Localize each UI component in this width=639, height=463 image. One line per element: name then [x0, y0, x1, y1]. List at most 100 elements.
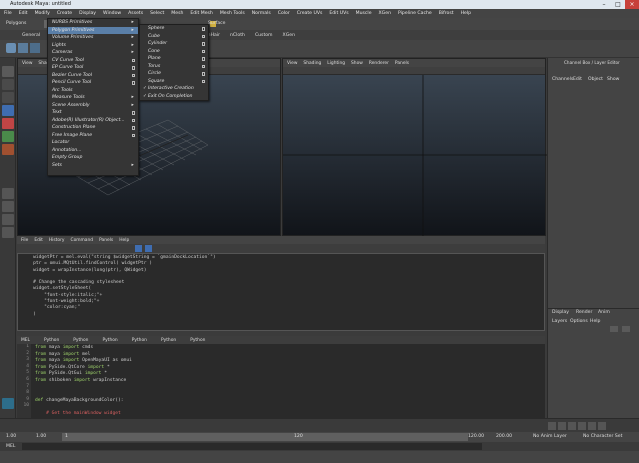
menu-pipeline-cache[interactable]: Pipeline Cache	[398, 11, 432, 16]
menu-modify[interactable]: Modify	[35, 11, 50, 16]
layers-tab-display[interactable]: Display	[552, 310, 569, 315]
option-box-icon[interactable]	[131, 118, 135, 122]
execute-all-icon[interactable]	[135, 245, 142, 252]
menu-assets[interactable]: Assets	[128, 11, 143, 16]
menu-create-uvs[interactable]: Create UVs	[297, 11, 323, 16]
menu-create[interactable]: Create	[57, 11, 72, 16]
poly-menu-item[interactable]: Circle	[140, 70, 208, 78]
poly-menu-item[interactable]: ✓ Interactive Creation	[140, 85, 208, 93]
option-box-icon[interactable]	[201, 49, 205, 53]
script-menu-file[interactable]: File	[21, 238, 28, 243]
option-box-icon[interactable]	[201, 72, 205, 76]
create-menu-item[interactable]: Sets ▸	[48, 162, 138, 170]
option-box-icon[interactable]	[201, 42, 205, 46]
menu-mesh-tools[interactable]: Mesh Tools	[220, 11, 245, 16]
lasso-tool-icon[interactable]	[2, 79, 14, 90]
current-start[interactable]: 1.00	[36, 434, 46, 439]
character-set-selector[interactable]: No Character Set	[583, 434, 622, 439]
rotate-tool-icon[interactable]	[2, 118, 14, 129]
execute-icon[interactable]	[145, 245, 152, 252]
shelf-tab-nhair[interactable]: nHair	[208, 33, 220, 38]
layers-tab-anim[interactable]: Anim	[598, 310, 610, 315]
menu-muscle[interactable]: Muscle	[356, 11, 372, 16]
option-box-icon[interactable]	[131, 73, 135, 77]
menu-edit-uvs[interactable]: Edit UVs	[329, 11, 348, 16]
poly-menu-item[interactable]: Cube	[140, 33, 208, 41]
layout-single-icon[interactable]	[2, 188, 14, 199]
scale-tool-icon[interactable]	[2, 131, 14, 142]
menu-edit[interactable]: Edit	[19, 11, 28, 16]
menu-help[interactable]: Help	[461, 11, 471, 16]
maximize-button[interactable]: □	[611, 0, 625, 9]
script-menu-edit[interactable]: Edit	[34, 238, 43, 243]
viewport-menu-view[interactable]: View	[22, 61, 32, 66]
layer-new-icon[interactable]	[610, 326, 618, 332]
option-box-icon[interactable]	[131, 126, 135, 130]
script-tab-2[interactable]: Python	[73, 338, 88, 343]
create-menu-item[interactable]: Free Image Plane	[48, 132, 138, 140]
channel-menu-edit[interactable]: Edit	[573, 77, 582, 82]
select-tool-icon[interactable]	[2, 66, 14, 77]
menu-display[interactable]: Display	[79, 11, 96, 16]
poly-menu-item[interactable]: ✓ Exit On Completion	[140, 93, 208, 101]
viewport-menu-panels[interactable]: Panels	[395, 61, 409, 66]
menu-bifrost[interactable]: Bifrost	[439, 11, 454, 16]
viewport-menu-renderer[interactable]: Renderer	[369, 61, 389, 66]
menu-edit-mesh[interactable]: Edit Mesh	[190, 11, 212, 16]
create-menu-item[interactable]: Polygon Primitives ▸	[48, 26, 138, 34]
layers-menu-options[interactable]: Options	[570, 319, 588, 324]
create-menu-item[interactable]: Bezier Curve Tool	[48, 72, 138, 80]
create-menu-item[interactable]: CV Curve Tool	[48, 57, 138, 65]
create-menu-item[interactable]: Annotation...	[48, 147, 138, 155]
channel-menu-object[interactable]: Object	[588, 77, 603, 82]
play-forward-icon[interactable]	[578, 422, 586, 430]
range-end-time[interactable]: 200.00	[496, 434, 512, 439]
shelf-tab-ncloth[interactable]: nCloth	[230, 33, 245, 38]
poly-menu-item[interactable]: Torus	[140, 63, 208, 71]
end-time[interactable]: 120.00	[468, 434, 484, 439]
menu-color[interactable]: Color	[278, 11, 290, 16]
option-box-icon[interactable]	[131, 111, 135, 115]
create-menu-item[interactable]: NURBS Primitives ▸	[48, 19, 138, 27]
layout-outliner-icon[interactable]	[2, 227, 14, 238]
close-button[interactable]: ×	[625, 0, 639, 9]
menu-mesh[interactable]: Mesh	[171, 11, 183, 16]
create-menu-item[interactable]: Volume Primitives ▸	[48, 34, 138, 42]
shelf-tab-custom[interactable]: Custom	[255, 33, 273, 38]
create-menu-item[interactable]: Cameras ▸	[48, 49, 138, 57]
channel-menu-channels[interactable]: Channels	[552, 77, 573, 82]
viewport-menu-view[interactable]: View	[287, 61, 297, 66]
create-menu-item[interactable]: Arc Tools	[48, 87, 138, 95]
poly-menu-item[interactable]: Cone	[140, 48, 208, 56]
layout-two-icon[interactable]	[2, 214, 14, 225]
script-tab-3[interactable]: Python	[102, 338, 117, 343]
layout-four-icon[interactable]	[2, 201, 14, 212]
poly-menu-item[interactable]: Plane	[140, 55, 208, 63]
option-box-icon[interactable]	[201, 64, 205, 68]
poly-menu-item[interactable]: Sphere	[140, 25, 208, 33]
paint-select-icon[interactable]	[2, 92, 14, 103]
script-tab-0[interactable]: MEL	[21, 338, 30, 343]
script-menu-panels[interactable]: Panels	[99, 238, 113, 243]
step-back-icon[interactable]	[558, 422, 566, 430]
create-menu-item[interactable]: Adobe(R) Illustrator(R) Object...	[48, 117, 138, 125]
create-menu-item[interactable]: Scene Assembly ▸	[48, 102, 138, 110]
menu-normals[interactable]: Normals	[252, 11, 271, 16]
create-menu-item[interactable]: Construction Plane	[48, 124, 138, 132]
shelf-cube-icon[interactable]	[18, 43, 28, 53]
poly-menu-item[interactable]: Cylinder	[140, 40, 208, 48]
script-menu-history[interactable]: History	[49, 238, 65, 243]
go-to-start-icon[interactable]	[548, 422, 556, 430]
option-box-icon[interactable]	[201, 34, 205, 38]
shelf-cylinder-icon[interactable]	[30, 43, 40, 53]
script-tab-6[interactable]: Python	[190, 338, 205, 343]
layers-menu-layers[interactable]: Layers	[552, 319, 567, 324]
shelf-tab-xgen[interactable]: XGen	[283, 33, 295, 38]
menu-file[interactable]: File	[4, 11, 12, 16]
move-tool-icon[interactable]	[2, 105, 14, 116]
minimize-button[interactable]: –	[597, 0, 611, 9]
option-box-icon[interactable]	[131, 66, 135, 70]
last-tool-icon[interactable]	[2, 144, 14, 155]
option-box-icon[interactable]	[201, 79, 205, 83]
script-input-code[interactable]: from maya import cmds from maya import me…	[35, 345, 132, 418]
